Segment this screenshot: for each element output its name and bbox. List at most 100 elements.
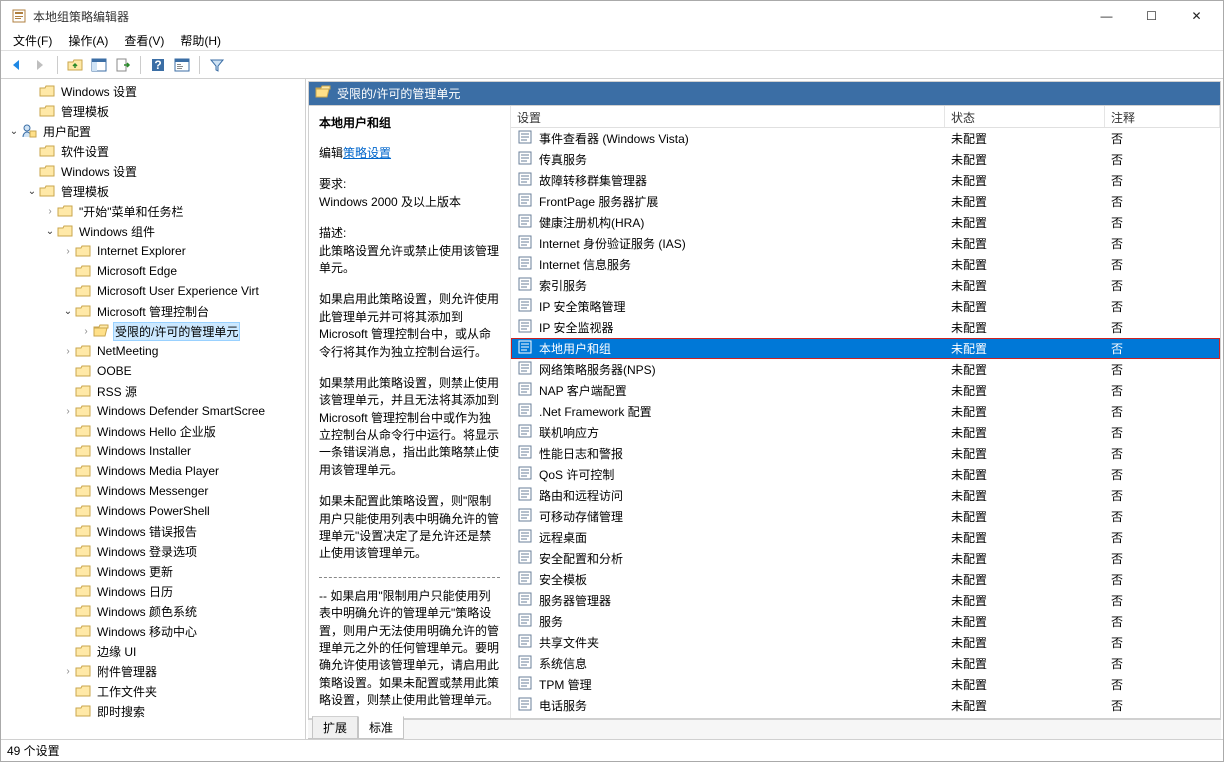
list-row[interactable]: 健康注册机构(HRA)未配置否 — [511, 212, 1220, 233]
tree-item[interactable]: ⌄Microsoft 管理控制台 — [1, 301, 305, 321]
menu-action[interactable]: 操作(A) — [60, 30, 116, 51]
list-row[interactable]: 服务器管理器未配置否 — [511, 590, 1220, 611]
list-row[interactable]: 电话服务未配置否 — [511, 695, 1220, 716]
tree-item[interactable]: ⌄Windows 组件 — [1, 221, 305, 241]
list-row[interactable]: 网络策略服务器(NPS)未配置否 — [511, 359, 1220, 380]
list-row[interactable]: IP 安全策略管理未配置否 — [511, 296, 1220, 317]
tree-item[interactable]: ·Windows PowerShell — [1, 501, 305, 521]
chevron-down-icon[interactable]: ⌄ — [61, 306, 75, 317]
list-body[interactable]: 事件查看器 (Windows Vista)未配置否传真服务未配置否故障转移群集管… — [511, 128, 1220, 718]
up-level-button[interactable] — [64, 54, 86, 76]
tree-item-label: Windows 移动中心 — [95, 622, 199, 641]
tree-item[interactable]: ·软件设置 — [1, 141, 305, 161]
forward-button[interactable] — [29, 54, 51, 76]
tree-item[interactable]: ·边缘 UI — [1, 641, 305, 661]
tree-item[interactable]: ⌄管理模板 — [1, 181, 305, 201]
chevron-right-icon[interactable]: › — [43, 206, 57, 217]
list-row[interactable]: 路由和远程访问未配置否 — [511, 485, 1220, 506]
menu-file[interactable]: 文件(F) — [5, 30, 60, 51]
column-header-setting[interactable]: 设置 — [511, 106, 945, 127]
tab-extended[interactable]: 扩展 — [312, 716, 358, 739]
tree-item[interactable]: ·管理模板 — [1, 101, 305, 121]
menu-help[interactable]: 帮助(H) — [172, 30, 229, 51]
tab-standard[interactable]: 标准 — [358, 716, 404, 739]
chevron-down-icon[interactable]: ⌄ — [7, 126, 21, 137]
tree-item[interactable]: ·Windows Media Player — [1, 461, 305, 481]
setting-label: 网络策略服务器(NPS) — [539, 361, 656, 378]
detail-pane[interactable]: 本地用户和组 编辑策略设置 要求:Windows 2000 及以上版本 描述:此… — [309, 106, 511, 718]
list-row[interactable]: 联机响应方未配置否 — [511, 422, 1220, 443]
list-row[interactable]: 本地用户和组未配置否 — [511, 338, 1220, 359]
list-row[interactable]: QoS 许可控制未配置否 — [511, 464, 1220, 485]
list-row[interactable]: 系统信息未配置否 — [511, 653, 1220, 674]
tree-item[interactable]: ·Windows 移动中心 — [1, 621, 305, 641]
list-row[interactable]: 服务未配置否 — [511, 611, 1220, 632]
list-row[interactable]: TPM 管理未配置否 — [511, 674, 1220, 695]
back-button[interactable] — [5, 54, 27, 76]
list-row[interactable]: 传真服务未配置否 — [511, 149, 1220, 170]
tree-item[interactable]: ›NetMeeting — [1, 341, 305, 361]
tree-item[interactable]: ›受限的/许可的管理单元 — [1, 321, 305, 341]
properties-button[interactable] — [171, 54, 193, 76]
tree-item[interactable]: ⌄用户配置 — [1, 121, 305, 141]
list-row[interactable]: FrontPage 服务器扩展未配置否 — [511, 191, 1220, 212]
chevron-down-icon[interactable]: ⌄ — [25, 186, 39, 197]
tree-panel[interactable]: ·Windows 设置·管理模板⌄用户配置·软件设置·Windows 设置⌄管理… — [1, 79, 306, 739]
tree-item[interactable]: ·Windows 设置 — [1, 81, 305, 101]
list-row[interactable]: 安全模板未配置否 — [511, 569, 1220, 590]
menu-view[interactable]: 查看(V) — [116, 30, 172, 51]
tree-item[interactable]: ·OOBE — [1, 361, 305, 381]
chevron-right-icon[interactable]: › — [61, 246, 75, 257]
tree-item[interactable]: ·Windows 登录选项 — [1, 541, 305, 561]
filter-button[interactable] — [206, 54, 228, 76]
tree-item[interactable]: ›Internet Explorer — [1, 241, 305, 261]
list-row[interactable]: 索引服务未配置否 — [511, 275, 1220, 296]
chevron-right-icon[interactable]: › — [61, 406, 75, 417]
tree-item[interactable]: ·Windows Installer — [1, 441, 305, 461]
tree-item[interactable]: ·Windows 设置 — [1, 161, 305, 181]
tree-item[interactable]: ·RSS 源 — [1, 381, 305, 401]
edit-policy-link[interactable]: 策略设置 — [343, 146, 391, 160]
chevron-down-icon[interactable]: ⌄ — [43, 226, 57, 237]
cell-state: 未配置 — [945, 319, 1105, 336]
tree-item[interactable]: ·Windows Messenger — [1, 481, 305, 501]
list-row[interactable]: .Net Framework 配置未配置否 — [511, 401, 1220, 422]
chevron-right-icon[interactable]: › — [61, 666, 75, 677]
export-list-button[interactable] — [112, 54, 134, 76]
tree-item[interactable]: ·Microsoft User Experience Virt — [1, 281, 305, 301]
tree-item[interactable]: ·Microsoft Edge — [1, 261, 305, 281]
list-row[interactable]: NAP 客户端配置未配置否 — [511, 380, 1220, 401]
tree-item[interactable]: ·Windows Hello 企业版 — [1, 421, 305, 441]
policy-setting-icon — [517, 150, 533, 169]
list-row[interactable]: 性能日志和警报未配置否 — [511, 443, 1220, 464]
tree-item[interactable]: ›附件管理器 — [1, 661, 305, 681]
tree-item[interactable]: ·Windows 错误报告 — [1, 521, 305, 541]
tree-item[interactable]: ·Windows 颜色系统 — [1, 601, 305, 621]
tree-item[interactable]: ·工作文件夹 — [1, 681, 305, 701]
tree-item[interactable]: ·Windows 更新 — [1, 561, 305, 581]
column-header-state[interactable]: 状态 — [945, 106, 1105, 127]
show-hide-tree-button[interactable] — [88, 54, 110, 76]
list-row[interactable]: 安全配置和分析未配置否 — [511, 548, 1220, 569]
help-button[interactable]: ? — [147, 54, 169, 76]
list-row[interactable]: Internet 身份验证服务 (IAS)未配置否 — [511, 233, 1220, 254]
list-row[interactable]: IP 安全监视器未配置否 — [511, 317, 1220, 338]
maximize-button[interactable]: ☐ — [1129, 1, 1174, 31]
cell-state: 未配置 — [945, 445, 1105, 462]
list-row[interactable]: 远程桌面未配置否 — [511, 527, 1220, 548]
column-header-note[interactable]: 注释 — [1105, 106, 1220, 127]
minimize-button[interactable]: — — [1084, 1, 1129, 31]
chevron-right-icon[interactable]: › — [61, 346, 75, 357]
tree-item[interactable]: ›"开始"菜单和任务栏 — [1, 201, 305, 221]
close-button[interactable]: ✕ — [1174, 1, 1219, 31]
list-row[interactable]: 事件查看器 (Windows Vista)未配置否 — [511, 128, 1220, 149]
list-row[interactable]: 可移动存储管理未配置否 — [511, 506, 1220, 527]
tree-item[interactable]: ›Windows Defender SmartScree — [1, 401, 305, 421]
chevron-right-icon[interactable]: › — [79, 326, 93, 337]
tree-item[interactable]: ·即时搜索 — [1, 701, 305, 721]
list-row[interactable]: 故障转移群集管理器未配置否 — [511, 170, 1220, 191]
tree-item[interactable]: ·Windows 日历 — [1, 581, 305, 601]
list-row[interactable]: Internet 信息服务未配置否 — [511, 254, 1220, 275]
policy-setting-icon — [517, 255, 533, 274]
list-row[interactable]: 共享文件夹未配置否 — [511, 632, 1220, 653]
